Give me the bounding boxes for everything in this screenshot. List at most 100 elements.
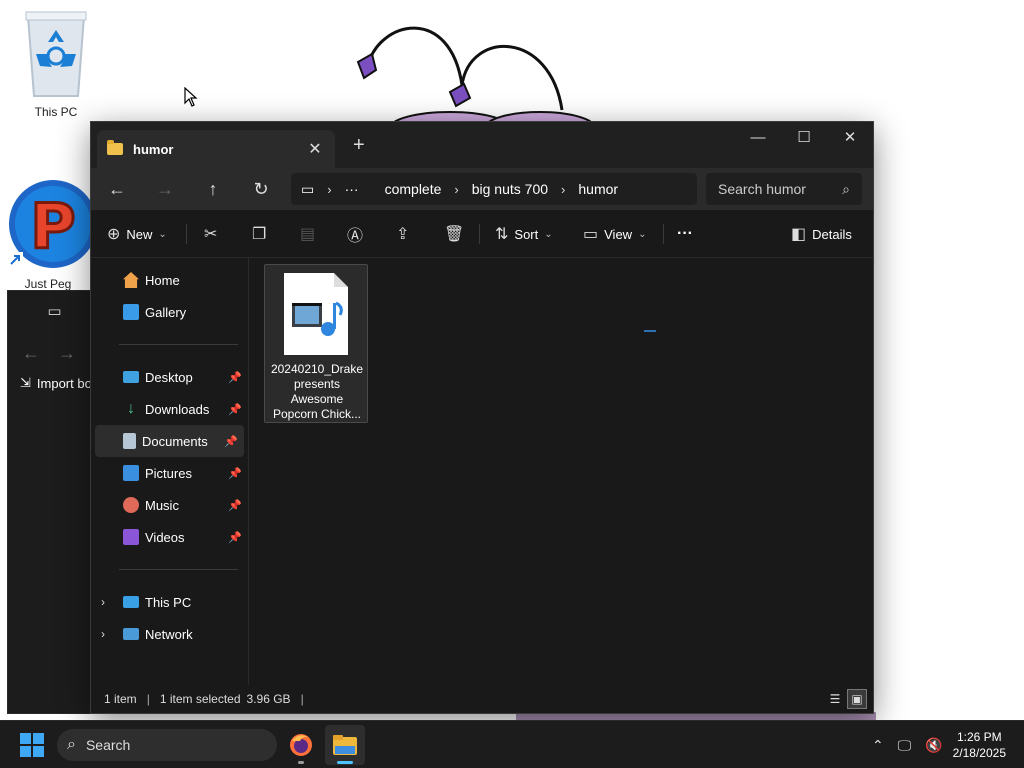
close-window-button[interactable]: ✕ <box>827 122 873 152</box>
desktop-icon <box>123 371 139 383</box>
chevron-right-icon[interactable]: › <box>101 627 105 641</box>
videos-icon <box>123 529 139 545</box>
refresh-button[interactable]: ↻ <box>247 176 275 202</box>
taskbar-search-label: Search <box>85 737 131 753</box>
just-peg-icon: P <box>7 180 97 268</box>
large-icons-view-icon[interactable]: ▣ <box>847 689 867 709</box>
taskbar-search[interactable]: ⌕ Search <box>57 729 277 761</box>
file-explorer-window[interactable]: humor ✕ + — ☐ ✕ ← → ↑ ↻ ▭ › ··· complete… <box>90 121 874 714</box>
chevron-right-icon[interactable]: › <box>561 182 565 197</box>
pin-icon[interactable]: 📌 <box>228 403 242 416</box>
taskbar: ⌕ Search ⌃ 🖵 🔇 1:26 PM 2/18/2025 <box>0 720 1024 768</box>
item-count: 1 item <box>104 692 137 706</box>
nav-item-this-pc[interactable]: › This PC <box>91 586 248 618</box>
taskbar-file-explorer[interactable] <box>325 725 365 765</box>
active-indicator <box>337 761 353 764</box>
pin-icon[interactable]: 📌 <box>228 467 242 480</box>
status-bar: 1 item | 1 item selected 3.96 GB | ☰ ▣ <box>91 685 873 713</box>
minimize-button[interactable]: — <box>735 122 781 152</box>
folder-icon <box>107 140 123 155</box>
chevron-up-icon[interactable]: ⌃ <box>872 737 884 754</box>
title-bar: humor ✕ + — ☐ ✕ <box>91 122 873 168</box>
nav-item-label: Desktop <box>145 369 193 385</box>
overflow-dots-icon[interactable]: ··· <box>345 181 359 197</box>
background-window[interactable]: ▭ ← → ⇲ Import bo <box>7 290 102 714</box>
search-input[interactable]: Search humor ⌕ <box>706 173 862 205</box>
breadcrumb[interactable]: ▭ › ··· complete › big nuts 700 › humor <box>291 173 697 205</box>
volume-muted-icon[interactable]: 🔇 <box>925 737 942 754</box>
maximize-button[interactable]: ☐ <box>781 122 827 152</box>
nav-item-documents[interactable]: Documents 📌 <box>95 425 244 457</box>
import-icon: ⇲ <box>20 375 31 390</box>
taskbar-firefox[interactable] <box>281 725 321 765</box>
nav-item-desktop[interactable]: Desktop 📌 <box>91 361 248 393</box>
network-status-icon[interactable]: 🖵 <box>898 737 912 754</box>
details-button[interactable]: ◧ Details <box>791 220 852 248</box>
file-name-line: 20240210_Drake <box>270 362 364 376</box>
details-pane-icon: ◧ <box>791 226 807 243</box>
pin-icon[interactable]: 📌 <box>228 531 242 544</box>
nav-item-home[interactable]: Home <box>91 264 248 296</box>
file-item[interactable]: 20240210_Drake presents Awesome Popcorn … <box>264 264 368 423</box>
background-window-nav: ← → <box>8 331 101 375</box>
chevron-right-icon[interactable]: › <box>101 595 105 609</box>
scissors-icon: ✂ <box>204 226 218 243</box>
new-button[interactable]: ⊕ New ⌄ <box>107 220 167 248</box>
breadcrumb-big-nuts-700[interactable]: big nuts 700 <box>472 181 548 197</box>
start-button[interactable] <box>20 733 44 757</box>
up-button[interactable]: ↑ <box>199 176 227 202</box>
tab-humor[interactable]: humor ✕ <box>97 130 335 168</box>
chevron-right-icon[interactable]: › <box>454 182 458 197</box>
details-view-icon[interactable]: ☰ <box>825 689 845 709</box>
monitor-icon[interactable]: ▭ <box>301 181 314 198</box>
nav-item-pictures[interactable]: Pictures 📌 <box>91 457 248 489</box>
clock[interactable]: 1:26 PM 2/18/2025 <box>953 729 1006 761</box>
pictures-icon <box>123 465 139 481</box>
forward-button[interactable]: → <box>151 176 179 202</box>
search-icon: ⌕ <box>842 180 850 197</box>
breadcrumb-complete[interactable]: complete <box>385 181 442 197</box>
delete-button[interactable]: 🗑 <box>444 220 464 248</box>
nav-item-gallery[interactable]: Gallery <box>91 296 248 328</box>
nav-item-music[interactable]: Music 📌 <box>91 489 248 521</box>
selection-size: 3.96 GB <box>246 692 291 706</box>
more-options-button[interactable]: ··· <box>677 220 693 248</box>
view-icon: ▭ <box>583 226 599 243</box>
copy-button[interactable]: ❐ <box>252 220 266 248</box>
sort-button[interactable]: ⇅ Sort ⌄ <box>495 220 553 248</box>
gallery-icon <box>123 304 139 320</box>
view-label: View <box>604 226 633 242</box>
file-list-area[interactable]: 20240210_Drake presents Awesome Popcorn … <box>249 258 873 713</box>
paste-button[interactable]: ▤ <box>300 220 315 248</box>
chevron-right-icon[interactable]: › <box>327 182 331 197</box>
new-tab-button[interactable]: + <box>353 134 365 157</box>
file-name-line: presents <box>293 377 341 391</box>
pin-icon[interactable]: 📌 <box>228 371 242 384</box>
back-button[interactable]: ← <box>103 176 131 202</box>
navigation-pane: Home Gallery Desktop 📌 ↓ Downloads 📌 Doc… <box>91 258 249 713</box>
forward-arrow-icon[interactable]: → <box>58 343 76 364</box>
music-icon <box>123 497 139 513</box>
pin-icon[interactable]: 📌 <box>224 435 238 448</box>
nav-item-label: Home <box>145 272 180 288</box>
rename-button[interactable]: Ⓐ <box>347 220 363 248</box>
nav-item-label: Gallery <box>145 304 187 320</box>
view-button[interactable]: ▭ View ⌄ <box>583 220 646 248</box>
nav-item-network[interactable]: › Network <box>91 618 248 650</box>
import-bookmarks-button[interactable]: ⇲ Import bo <box>8 375 101 391</box>
selection-status: 1 item selected <box>159 692 241 706</box>
nav-item-videos[interactable]: Videos 📌 <box>91 521 248 553</box>
desktop-icon-just-peg[interactable]: P Just Peg <box>3 176 97 291</box>
share-button[interactable]: ⇪ <box>396 220 409 248</box>
video-file-icon <box>284 273 348 355</box>
nav-item-label: Downloads <box>145 401 210 417</box>
cut-button[interactable]: ✂ <box>204 220 217 248</box>
desktop-icon-recycle-bin[interactable]: This PC <box>11 8 101 119</box>
pin-icon[interactable]: 📌 <box>228 499 242 512</box>
close-tab-icon[interactable]: ✕ <box>305 139 325 159</box>
explorer-body: Home Gallery Desktop 📌 ↓ Downloads 📌 Doc… <box>91 258 873 713</box>
nav-item-downloads[interactable]: ↓ Downloads 📌 <box>91 393 248 425</box>
chevron-down-icon: ⌄ <box>544 228 553 240</box>
breadcrumb-humor[interactable]: humor <box>578 181 618 197</box>
back-arrow-icon[interactable]: ← <box>22 343 40 364</box>
